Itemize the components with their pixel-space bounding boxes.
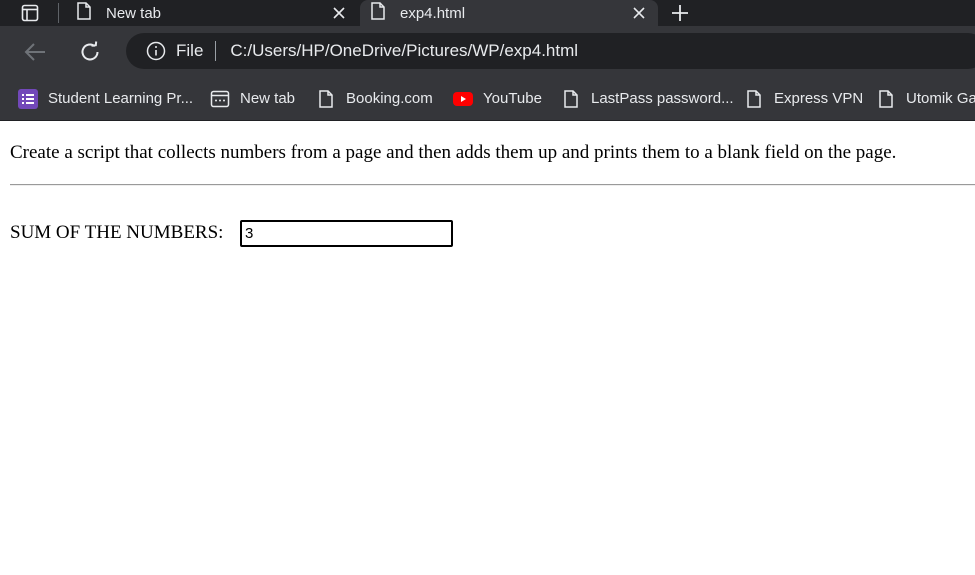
bookmark-student-learning[interactable]: Student Learning Pr... [18,76,193,121]
tab-title: New tab [106,4,162,22]
bookmarks-bar: Student Learning Pr... New tab Booking.c… [0,76,975,121]
close-icon[interactable] [330,4,348,22]
tab-new-tab[interactable]: New tab [72,0,358,26]
bookmark-youtube[interactable]: YouTube [453,76,542,121]
tab-exp4[interactable]: exp4.html [360,0,658,26]
bookmark-label: LastPass password... [591,90,734,107]
info-icon[interactable] [146,41,166,61]
browser-chrome: New tab exp4.html File C:/Users/HP/OneDr… [0,0,975,121]
bookmark-label: Express VPN [774,90,864,107]
file-icon [76,2,92,24]
file-icon [876,89,896,109]
newtab-icon [210,89,230,109]
tab-strip: New tab exp4.html [0,0,975,26]
url-text[interactable]: C:/Users/HP/OneDrive/Pictures/WP/exp4.ht… [230,41,578,61]
address-divider [215,41,217,61]
close-icon[interactable] [630,4,648,22]
bookmark-label: New tab [240,90,296,107]
horizontal-rule [10,184,975,186]
site-scheme-label[interactable]: File [176,41,203,61]
bookmark-label: Booking.com [346,90,433,107]
bookmark-booking[interactable]: Booking.com [316,76,433,121]
sum-field[interactable] [240,220,453,247]
bookmark-new-tab[interactable]: New tab [210,76,295,121]
plus-icon[interactable] [666,0,694,26]
reload-icon[interactable] [76,38,104,66]
file-icon [370,2,386,24]
tab-actions-icon[interactable] [10,0,50,26]
bookmark-label: YouTube [483,90,542,107]
toolbar: File C:/Users/HP/OneDrive/Pictures/WP/ex… [0,26,975,76]
bookmark-express-vpn[interactable]: Express VPN [744,76,863,121]
file-icon [744,89,764,109]
sum-label: SUM OF THE NUMBERS: [10,222,224,243]
file-icon [316,89,336,109]
bookmark-lastpass[interactable]: LastPass password... [561,76,734,121]
tab-title: exp4.html [400,4,466,22]
list-icon [18,88,38,109]
bookmark-label: Utomik Ga [906,90,975,107]
bookmark-label: Student Learning Pr... [48,90,194,107]
bookmark-utomik[interactable]: Utomik Ga [876,76,975,121]
intro-text: Create a script that collects numbers fr… [10,142,897,163]
file-icon [561,89,581,109]
tab-separator [58,3,59,23]
address-bar[interactable]: File C:/Users/HP/OneDrive/Pictures/WP/ex… [126,33,975,69]
back-arrow-icon[interactable] [21,38,49,66]
youtube-icon [453,89,473,109]
